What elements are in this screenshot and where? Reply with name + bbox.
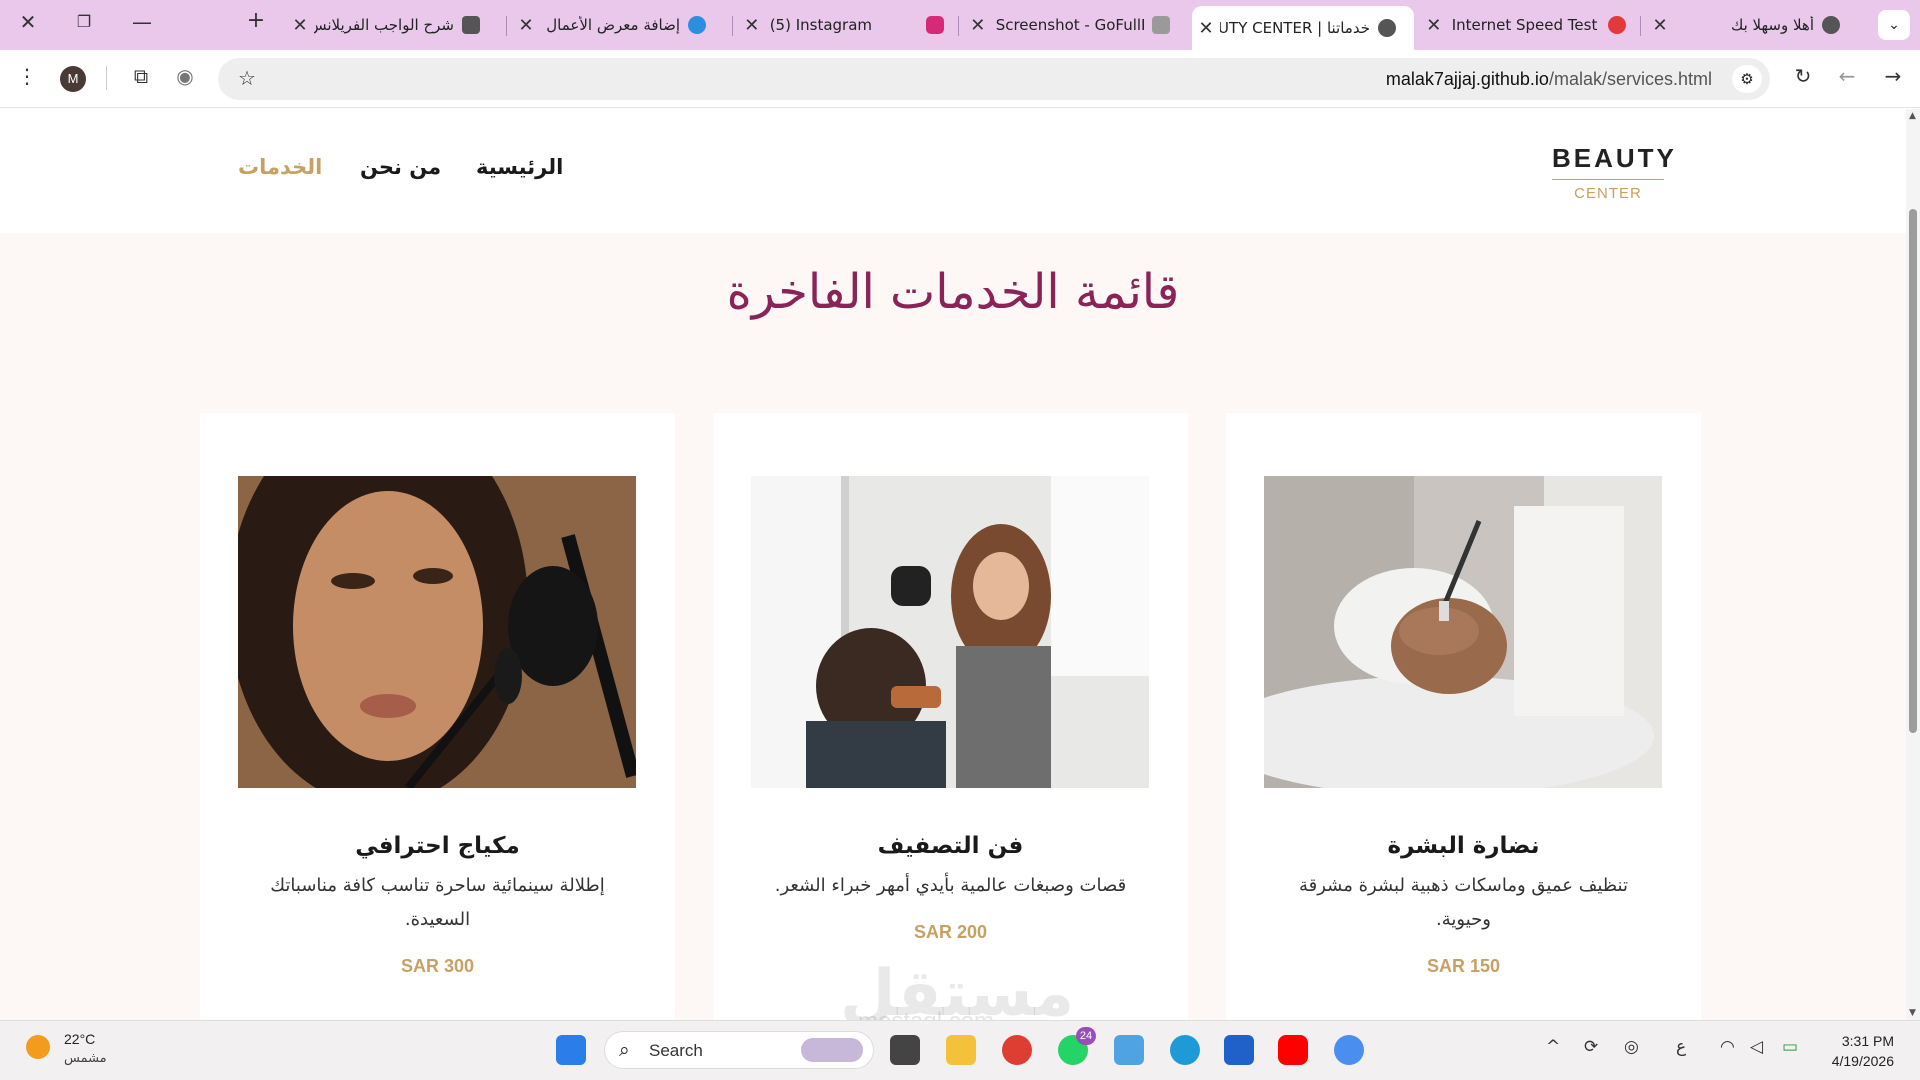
- avatar[interactable]: M: [60, 66, 86, 92]
- tab-speed-test[interactable]: ✕ Internet Speed Test |: [1420, 6, 1634, 44]
- sun-weather-icon[interactable]: [26, 1035, 50, 1059]
- globe-icon: [1822, 16, 1840, 34]
- tab-separator: [1640, 16, 1641, 36]
- battery-icon[interactable]: ▭: [1782, 1037, 1798, 1057]
- close-tab-icon[interactable]: ✕: [738, 15, 766, 36]
- scrollbar-thumb[interactable]: [1909, 209, 1917, 733]
- close-tab-icon[interactable]: ✕: [1646, 15, 1674, 36]
- close-tab-icon[interactable]: ✕: [1192, 18, 1220, 39]
- browser-toolbar: ⋮ M ⧉ ◉ ☆ malak7ajjaj.github.io/malak/se…: [0, 50, 1920, 108]
- windows-start-icon[interactable]: [556, 1035, 586, 1065]
- scroll-down-arrow-icon[interactable]: ▼: [1909, 1008, 1916, 1018]
- camera-icon[interactable]: ◉: [170, 64, 200, 88]
- wifi-icon[interactable]: ◠: [1720, 1037, 1735, 1057]
- tab-separator: [732, 16, 733, 36]
- file-explorer-icon[interactable]: [946, 1035, 976, 1065]
- service-price: SAR 150: [1426, 956, 1501, 976]
- logo-divider: [1552, 179, 1664, 180]
- youtube-icon[interactable]: [1278, 1035, 1308, 1065]
- camera-icon: [1152, 16, 1170, 34]
- chatgpt-icon: [462, 16, 480, 34]
- bookmark-star-icon[interactable]: ☆: [232, 66, 262, 90]
- windows-taskbar: 22°C مشمس ⌕ Search 24 ^ ⟳ ◎ ع ◠ ◁ ▭ 3:31…: [0, 1020, 1920, 1080]
- system-clock[interactable]: 3:31 PM 4/19/2026: [1832, 1031, 1894, 1071]
- service-price: SAR 300: [400, 956, 475, 976]
- whatsapp-icon[interactable]: 24: [1058, 1027, 1096, 1065]
- reload-icon[interactable]: ↻: [1788, 64, 1818, 88]
- tab-screenshot[interactable]: ✕ Screenshot - GoFullP: [964, 6, 1178, 44]
- globe-icon: [1378, 19, 1396, 37]
- chrome-icon[interactable]: [1002, 1035, 1032, 1065]
- task-view-icon[interactable]: [890, 1035, 920, 1065]
- logo-beauty[interactable]: BEAUTY: [1552, 143, 1677, 174]
- language-indicator[interactable]: ع: [1676, 1037, 1686, 1057]
- browser-tab-strip: ✕ ❐ — + ✕ شرح الواجب الفريلانس ✕ إضافة م…: [0, 0, 1920, 50]
- mostaql-icon: [688, 16, 706, 34]
- close-tab-icon[interactable]: ✕: [512, 15, 540, 36]
- speedometer-icon: [1608, 16, 1626, 34]
- m365-icon[interactable]: [1114, 1035, 1144, 1065]
- tab-separator: [506, 16, 507, 36]
- skin-facial-image: [1264, 476, 1662, 788]
- edge-icon[interactable]: [1170, 1035, 1200, 1065]
- site-settings-icon[interactable]: ⚙: [1732, 65, 1762, 93]
- tab-freelance-homework[interactable]: ✕ شرح الواجب الفريلانس: [286, 6, 500, 44]
- extensions-icon[interactable]: ⧉: [126, 64, 156, 88]
- tab-instagram[interactable]: ✕ (5) Instagram: [738, 6, 952, 44]
- minimize-window-icon[interactable]: —: [124, 10, 160, 34]
- weather-description[interactable]: مشمس: [64, 1051, 107, 1066]
- service-description: إطلالة سينمائية ساحرة تناسب كافة مناسبات…: [270, 875, 605, 930]
- tab-separator: [958, 16, 959, 36]
- service-card-makeup: مكياج احترافي إطلالة سينمائية ساحرة تناس…: [200, 413, 675, 1020]
- tab-welcome[interactable]: ✕ أهلا وسهلا بك: [1646, 6, 1860, 44]
- url-text: malak7ajjaj.github.io/malak/services.htm…: [1385, 69, 1712, 89]
- close-window-icon[interactable]: ✕: [10, 10, 46, 34]
- tab-beauty-center[interactable]: ✕ خدماتنا | BEAUTY CENTER: [1192, 6, 1414, 50]
- scroll-up-arrow-icon[interactable]: ▲: [1909, 111, 1916, 121]
- close-tab-icon[interactable]: ✕: [1420, 15, 1448, 36]
- menu-kebab-icon[interactable]: ⋮: [12, 64, 42, 88]
- search-icon: ⌕: [619, 1039, 630, 1061]
- address-bar[interactable]: ☆ malak7ajjaj.github.io/malak/services.h…: [218, 58, 1770, 100]
- new-tab-icon[interactable]: +: [238, 8, 274, 33]
- vpn-icon[interactable]: ◎: [1624, 1037, 1639, 1057]
- makeup-image: [238, 476, 636, 788]
- service-description: قصات وصبغات عالمية بأيدي أمهر خبراء الشع…: [774, 875, 1127, 896]
- tray-chevron-up-icon[interactable]: ^: [1546, 1037, 1560, 1057]
- volume-icon[interactable]: ◁: [1750, 1037, 1763, 1057]
- instagram-icon: [926, 16, 944, 34]
- toolbar-divider: [106, 66, 107, 90]
- taskbar-search[interactable]: ⌕ Search: [604, 1031, 874, 1069]
- site-navbar: الرئيسية من نحن الخدمات BEAUTY CENTER: [0, 109, 1906, 233]
- service-description: تنظيف عميق وماسكات ذهبية لبشرة مشرقة وحي…: [1299, 875, 1628, 930]
- hair-styling-image: [751, 476, 1149, 788]
- nav-services-link[interactable]: الخدمات: [238, 155, 322, 179]
- logo-center: CENTER: [1574, 185, 1642, 202]
- service-title: فن التصفيف: [877, 833, 1024, 859]
- close-tab-icon[interactable]: ✕: [964, 15, 992, 36]
- forward-arrow-icon[interactable]: →: [1878, 64, 1908, 88]
- close-tab-icon[interactable]: ✕: [286, 15, 314, 36]
- nav-about-link[interactable]: من نحن: [360, 155, 441, 179]
- search-highlight-image: [801, 1038, 863, 1062]
- back-arrow-icon[interactable]: ←: [1832, 64, 1862, 88]
- tab-portfolio[interactable]: ✕ إضافة معرض الأعمال: [512, 6, 726, 44]
- service-card-skin: نضارة البشرة تنظيف عميق وماسكات ذهبية لب…: [1226, 413, 1701, 1020]
- page-scrollbar[interactable]: ▲ ▼: [1906, 109, 1920, 1020]
- service-title: نضارة البشرة: [1387, 833, 1540, 859]
- service-card-hair: فن التصفيف قصات وصبغات عالمية بأيدي أمهر…: [713, 413, 1188, 1020]
- nav-home-link[interactable]: الرئيسية: [476, 155, 563, 179]
- restore-window-icon[interactable]: ❐: [66, 12, 102, 31]
- weather-temperature[interactable]: 22°C: [64, 1031, 95, 1047]
- whatsapp-badge: 24: [1076, 1027, 1096, 1045]
- page-title: قائمة الخدمات الفاخرة: [726, 264, 1180, 320]
- store-icon[interactable]: [1224, 1035, 1254, 1065]
- app-icon[interactable]: [1334, 1035, 1364, 1065]
- service-title: مكياج احترافي: [355, 833, 520, 859]
- sync-icon[interactable]: ⟳: [1584, 1037, 1598, 1057]
- tab-search-chevron-down-icon[interactable]: ⌄: [1878, 10, 1910, 40]
- web-page: الرئيسية من نحن الخدمات BEAUTY CENTER قا…: [0, 109, 1906, 1020]
- service-price: SAR 200: [913, 922, 988, 942]
